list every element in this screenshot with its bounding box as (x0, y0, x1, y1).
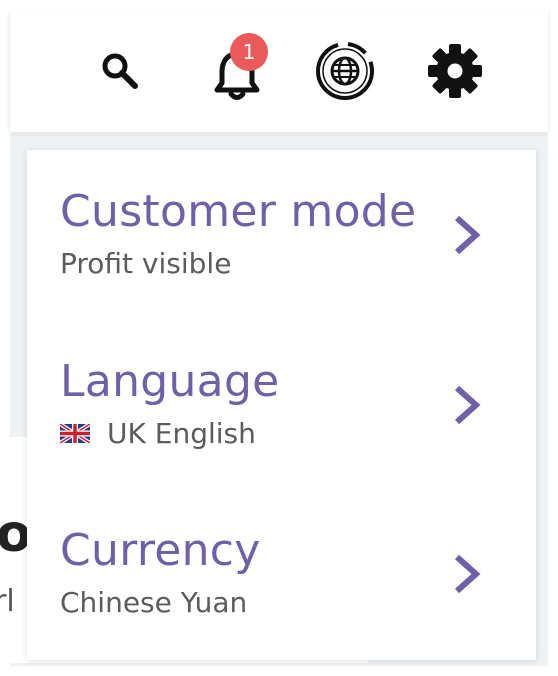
top-bar: 1 (10, 10, 548, 132)
menu-item-subtitle: UK English (107, 417, 256, 450)
menu-item-customer-mode[interactable]: Customer mode Profit visible (27, 150, 536, 320)
search-button[interactable] (95, 10, 145, 132)
menu-item-title: Currency (60, 525, 261, 576)
settings-dropdown-menu: Customer mode Profit visible Language UK… (27, 150, 536, 660)
search-icon (102, 53, 138, 89)
menu-item-subtitle-row: UK English (60, 417, 256, 450)
language-globe-button[interactable] (310, 10, 380, 132)
notification-badge: 1 (230, 33, 268, 71)
chevron-right-icon (454, 215, 481, 255)
settings-button[interactable] (423, 10, 487, 132)
menu-item-language[interactable]: Language UK English (27, 320, 536, 490)
menu-item-title: Customer mode (60, 186, 417, 237)
notifications-button[interactable]: 1 (202, 10, 272, 132)
menu-item-currency[interactable]: Currency Chinese Yuan (27, 490, 536, 660)
menu-item-subtitle: Profit visible (60, 247, 232, 280)
globe-icon (316, 42, 374, 100)
menu-item-title: Language (60, 356, 280, 407)
background-text-fragment: rl (0, 584, 15, 619)
chevron-right-icon (454, 554, 481, 594)
gear-icon (428, 44, 482, 98)
chevron-right-icon (454, 385, 481, 425)
menu-item-subtitle: Chinese Yuan (60, 586, 248, 619)
app-window: o rl 1 Customer mode Profit visible Lang… (0, 0, 558, 676)
uk-flag-icon (60, 424, 90, 443)
